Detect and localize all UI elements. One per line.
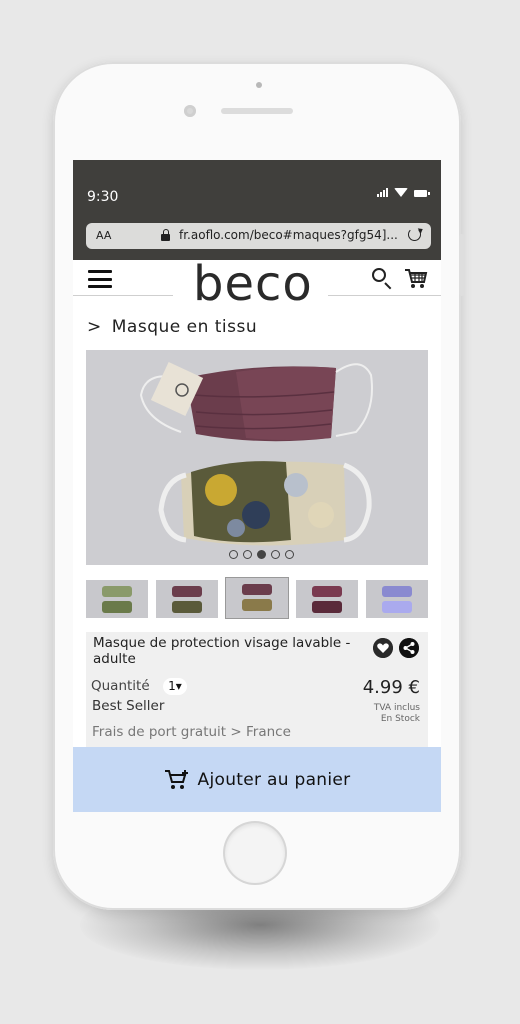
share-icon[interactable] [399,638,419,658]
product-price: 4.99 € [362,677,420,698]
header-divider-right [328,295,441,296]
status-time: 9:30 [87,189,119,205]
wifi-icon [394,188,408,197]
carousel-dot[interactable] [243,550,252,559]
product-thumbnail[interactable] [156,580,218,618]
phone-screen: 9:30 AA fr.aoflo.com/beco#maques?gfg54].… [73,160,441,812]
breadcrumb: > Masque en tissu [87,317,257,337]
status-bar: 9:30 [73,160,441,220]
side-button [459,234,464,296]
signal-icon [377,187,388,197]
reload-icon[interactable] [408,228,421,241]
text-size-button[interactable]: AA [96,229,111,242]
carousel-dots [229,550,294,559]
earpiece-speaker [221,108,293,114]
front-camera [184,105,196,117]
product-image-carousel[interactable] [86,350,428,565]
hamburger-icon[interactable] [88,270,112,288]
breadcrumb-chevron-icon[interactable]: > [87,317,102,337]
thumbnail-strip [86,578,428,620]
tax-note: TVA inclus [373,703,420,713]
site-logo[interactable]: beco [193,256,313,312]
heart-icon[interactable] [373,638,393,658]
carousel-dot[interactable] [229,550,238,559]
quantity-label: Quantité [91,678,150,694]
cart-icon[interactable] [404,267,428,291]
tax-stock-note: TVA inclus En Stock [374,703,420,725]
site-header: beco [73,256,441,315]
shipping-info[interactable]: Frais de port gratuit > France [92,724,291,740]
product-thumbnail[interactable] [296,580,358,618]
battery-icon [414,190,430,197]
quantity-select[interactable]: 1▾ [163,678,187,695]
add-to-cart-button[interactable]: Ajouter au panier [73,747,441,812]
carousel-dot[interactable] [271,550,280,559]
add-cart-icon [164,769,188,789]
sensor-dot [256,82,262,88]
product-info-panel: Masque de protection visage lavable - ad… [86,632,428,748]
product-thumbnail[interactable] [86,580,148,618]
product-thumbnail[interactable] [226,578,288,618]
lock-icon [161,229,170,241]
stock-status: En Stock [380,714,420,724]
search-icon[interactable] [372,268,394,290]
product-name: Masque de protection visage lavable - ad… [93,635,351,667]
carousel-dot[interactable] [285,550,294,559]
header-divider-left [73,295,173,296]
carousel-dot[interactable] [257,550,266,559]
product-thumbnail[interactable] [366,580,428,618]
status-icons [377,187,430,197]
address-bar[interactable]: AA fr.aoflo.com/beco#maques?gfg54]... [86,223,431,249]
product-photo [86,350,428,565]
browser-bar: AA fr.aoflo.com/beco#maques?gfg54]... [73,220,441,260]
add-to-cart-label: Ajouter au panier [197,769,351,790]
url-text[interactable]: fr.aoflo.com/beco#maques?gfg54]... [179,228,398,242]
page-title: Masque en tissu [111,317,258,337]
home-button[interactable] [225,823,285,883]
best-seller-badge: Best Seller [92,698,165,714]
